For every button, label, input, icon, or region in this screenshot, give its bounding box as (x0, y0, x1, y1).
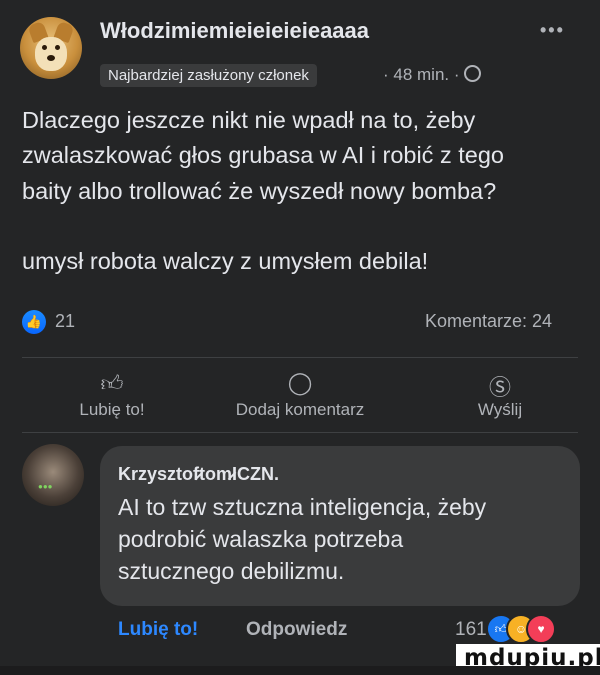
avatar-eye (42, 45, 47, 50)
comment-body: AI to tzw sztuczna inteligencja, żeby po… (118, 494, 487, 585)
send-button-label: Wyślij (477, 400, 523, 419)
messenger-icon: Ⓢ (488, 375, 511, 400)
like-reaction-icon[interactable]: 👍 (22, 310, 46, 334)
avatar-face (35, 37, 67, 71)
member-badge: Najbardziej zasłużony członek (100, 64, 317, 87)
comment-reactions-count[interactable]: 161 (455, 619, 487, 641)
commenter-avatar[interactable]: ●●● (22, 444, 84, 506)
post-author-name[interactable]: Włodzimiemieieieieieaaaa (100, 18, 369, 44)
avatar-nose (47, 55, 55, 61)
post-time[interactable]: · 48 min. · (383, 65, 460, 84)
author-avatar[interactable] (20, 17, 82, 79)
comments-count[interactable]: Komentarze: 24 (425, 311, 552, 332)
avatar-eye (55, 45, 60, 50)
post-body: Dlaczego jeszcze nikt nie wpadł na to, ż… (22, 107, 504, 274)
comment-button-label: Dodaj komentarz (235, 400, 365, 419)
send-button[interactable]: Ⓢ Wyślij (450, 370, 550, 420)
comment-reply-link[interactable]: Odpowiedz (246, 619, 347, 641)
avatar-logo: ●●● (38, 482, 53, 491)
divider (22, 357, 578, 358)
globe-icon (464, 65, 482, 82)
comment-icon: ◯ (287, 370, 313, 395)
like-button-label: Lubię to! (79, 400, 145, 419)
like-button[interactable]: 👍︎ Lubię to! (52, 370, 172, 420)
post-meta: · 48 min. · (383, 65, 482, 85)
comment-like-link[interactable]: Lubię to! (118, 619, 198, 641)
comment-author-name[interactable]: Krzysztof̷tom̷ICZN. (118, 464, 279, 485)
love-reaction-icon[interactable]: ♥ (526, 614, 556, 644)
more-dots-icon[interactable]: ••• (540, 20, 565, 41)
thumbs-up-icon: 👍︎ (100, 371, 124, 396)
comment-button[interactable]: ◯ Dodaj komentarz (210, 370, 390, 420)
reactions-count[interactable]: 21 (55, 311, 75, 332)
bottom-bar (0, 666, 600, 675)
divider (22, 432, 578, 433)
